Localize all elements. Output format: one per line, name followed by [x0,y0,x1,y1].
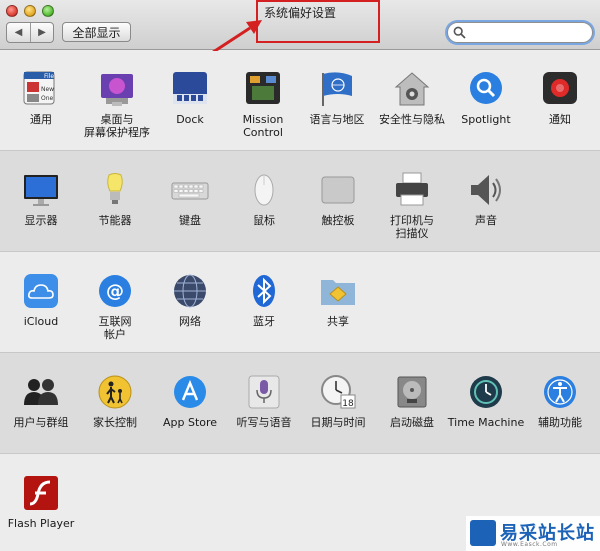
pref-users-groups[interactable]: 用户与群组 [1,373,81,429]
pref-icloud[interactable]: iCloud [1,272,81,328]
pref-label: Mission Control [242,113,284,139]
pref-label: 共享 [327,315,349,328]
pref-mission-control[interactable]: Mission Control [223,70,303,139]
icloud-icon [22,272,60,310]
pref-label: 节能器 [98,214,132,227]
pref-label: 听写与语音 [236,416,292,429]
trackpad-icon [319,171,357,209]
pref-mouse[interactable]: 鼠标 [224,171,304,227]
pref-dictation-speech[interactable]: 听写与语音 [224,373,304,429]
pref-label: 用户与群组 [13,416,69,429]
accessibility-icon [541,373,579,411]
pref-language-region[interactable]: 语言与地区 [297,70,377,126]
bluetooth-icon [245,272,283,310]
pref-label: App Store [162,416,218,429]
energy-saver-icon [96,171,134,209]
pref-time-machine[interactable]: Time Machine [446,373,526,429]
pref-label: Flash Player [7,517,75,530]
pref-label: 通知 [549,113,571,126]
security-icon [393,70,431,108]
pref-label: 鼠标 [253,214,275,227]
date-time-icon: 18 [319,373,357,411]
pref-network[interactable]: 网络 [150,272,230,328]
pref-energy-saver[interactable]: 节能器 [75,171,155,227]
pref-label: 家长控制 [93,416,137,429]
pref-accessibility[interactable]: 辅助功能 [520,373,600,429]
language-icon [318,70,356,108]
printer-icon [393,171,431,209]
svg-text:@: @ [106,281,124,302]
sound-icon [467,171,505,209]
pref-sound[interactable]: 声音 [446,171,526,227]
pref-date-time[interactable]: 18 日期与时间 [298,373,378,429]
pref-flash-player[interactable]: Flash Player [1,474,81,530]
pref-label: 打印机与 扫描仪 [390,214,434,240]
pref-bluetooth[interactable]: 蓝牙 [224,272,304,328]
pref-label: 日期与时间 [310,416,366,429]
svg-text:File: File [44,73,54,80]
pref-printers-scanners[interactable]: 打印机与 扫描仪 [372,171,452,240]
watermark-subtext: Www.Easck.Com [501,541,558,548]
pref-sharing[interactable]: 共享 [298,272,378,328]
pref-label: iCloud [23,315,59,328]
flash-player-icon [22,474,60,512]
pref-security-privacy[interactable]: 安全性与隐私 [372,70,452,126]
watermark-logo-icon [470,520,496,546]
pref-label: 网络 [179,315,201,328]
spotlight-icon [467,70,505,108]
keyboard-icon [171,171,209,209]
pref-label: 安全性与隐私 [379,113,445,126]
svg-text:One: One [41,95,54,102]
pref-label: 辅助功能 [538,416,582,429]
pref-displays[interactable]: 显示器 [1,171,81,227]
pref-desktop-screensaver[interactable]: 桌面与 屏幕保护程序 [77,70,157,139]
dictation-icon [245,373,283,411]
sharing-icon [319,272,357,310]
time-machine-icon [467,373,505,411]
pref-label: 语言与地区 [309,113,365,126]
pref-notifications[interactable]: 通知 [520,70,600,126]
pref-general[interactable]: File New One 通用 [1,70,81,126]
app-store-icon [171,373,209,411]
display-icon [22,171,60,209]
parental-controls-icon [96,373,134,411]
mission-control-icon [244,70,282,108]
pref-keyboard[interactable]: 键盘 [150,171,230,227]
pref-label: Spotlight [461,113,511,126]
general-icon: File New One [22,70,60,108]
mouse-icon [245,171,283,209]
svg-text:18: 18 [342,399,354,409]
internet-accounts-icon: @ [96,272,134,310]
pref-label: 互联网 帐户 [98,315,132,341]
dock-icon [171,70,209,108]
pref-spotlight[interactable]: Spotlight [446,70,526,126]
pref-label: 显示器 [24,214,58,227]
pref-label: 键盘 [179,214,201,227]
startup-disk-icon [393,373,431,411]
pref-app-store[interactable]: App Store [150,373,230,429]
pref-trackpad[interactable]: 触控板 [298,171,378,227]
pref-label: Dock [176,113,204,126]
desktop-icon [98,70,136,108]
watermark: 易采站长站 Www.Easck.Com [466,516,600,551]
pref-label: 蓝牙 [253,315,275,328]
pref-label: Time Machine [447,416,525,429]
pref-startup-disk[interactable]: 启动磁盘 [372,373,452,429]
pref-label: 通用 [30,113,52,126]
pref-label: 启动磁盘 [390,416,434,429]
pref-label: 桌面与 屏幕保护程序 [84,113,150,139]
svg-text:New: New [41,86,54,93]
pref-dock[interactable]: Dock [150,70,230,126]
pref-parental-controls[interactable]: 家长控制 [75,373,155,429]
pref-label: 触控板 [321,214,355,227]
network-icon [171,272,209,310]
notifications-icon [541,70,579,108]
users-icon [22,373,60,411]
pref-internet-accounts[interactable]: @ 互联网 帐户 [75,272,155,341]
pref-label: 声音 [475,214,497,227]
